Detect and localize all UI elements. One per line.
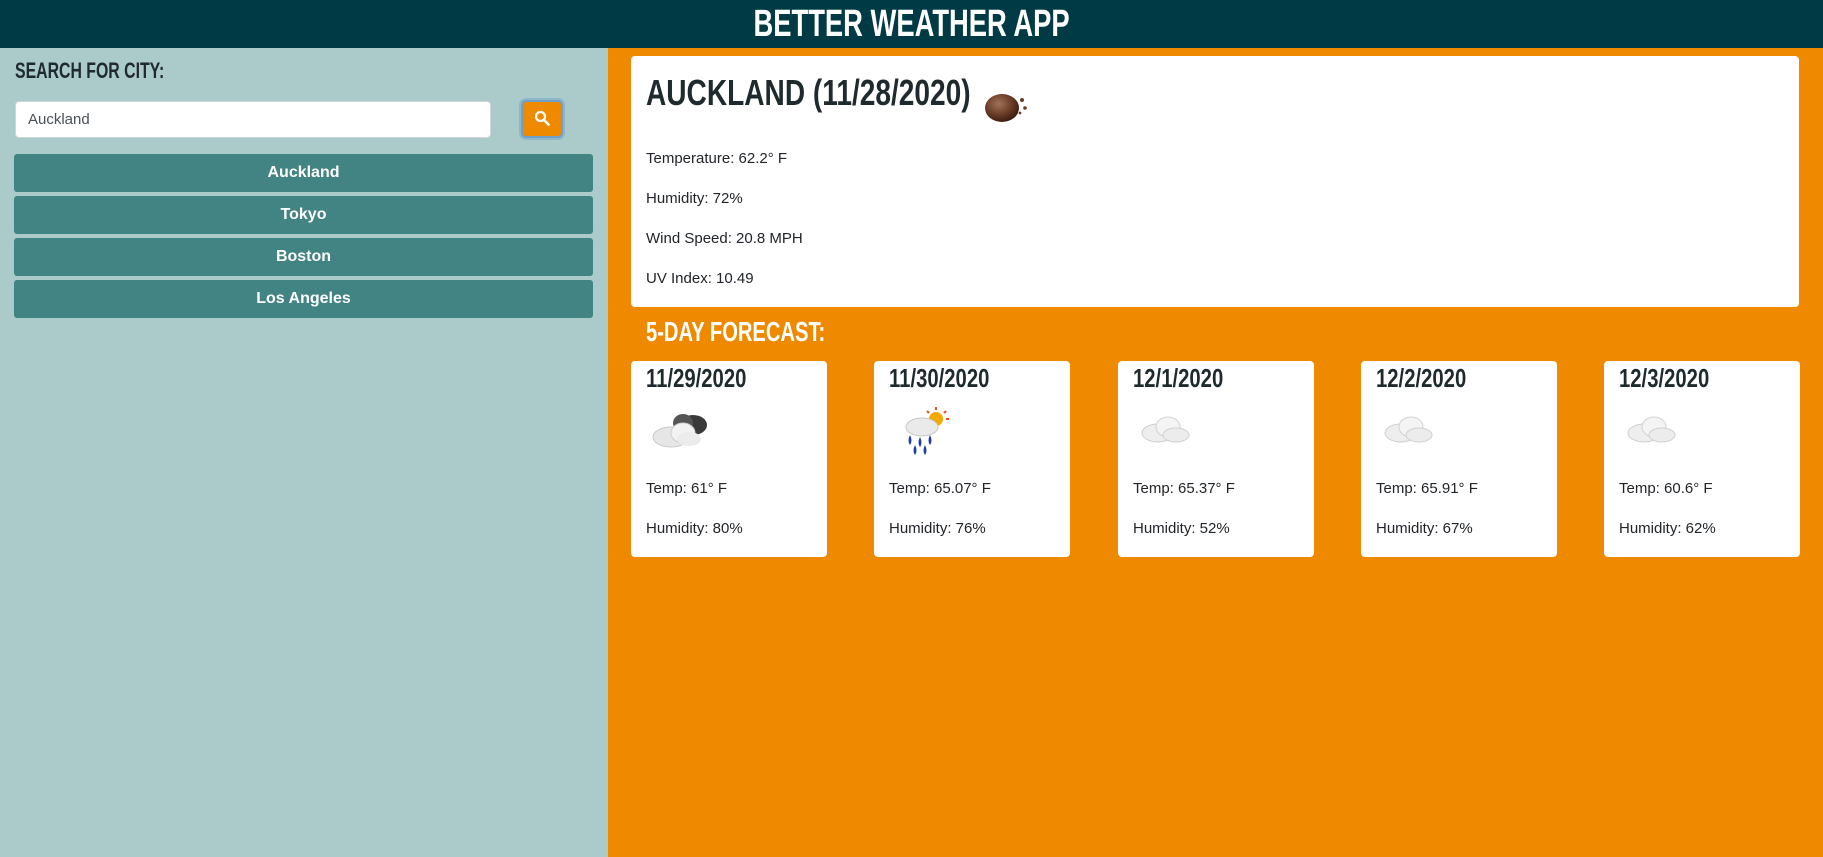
current-temperature: Temperature: 62.2° F bbox=[646, 150, 788, 167]
forecast-card: 12/1/2020 Temp: 65.37° F Humidity: 52% bbox=[1118, 361, 1314, 557]
search-input[interactable] bbox=[15, 101, 491, 138]
forecast-card: 12/3/2020 Temp: 60.6° F Humidity: 62% bbox=[1604, 361, 1800, 557]
current-city-title: Auckland (11/28/2020) bbox=[646, 72, 971, 113]
forecast-date: 12/2/2020 bbox=[1376, 363, 1467, 393]
cloud-icon bbox=[1136, 407, 1196, 452]
search-label: Search for City: bbox=[15, 58, 165, 83]
current-wind-speed: Wind Speed: 20.8 MPH bbox=[646, 230, 803, 247]
forecast-humidity: Humidity: 67% bbox=[1376, 520, 1473, 537]
current-humidity: Humidity: 72% bbox=[646, 190, 743, 207]
forecast-temp: Temp: 65.91° F bbox=[1376, 480, 1478, 497]
forecast-humidity: Humidity: 62% bbox=[1619, 520, 1716, 537]
app-header: Better Weather App bbox=[0, 0, 1823, 48]
search-icon bbox=[534, 110, 550, 129]
forecast-humidity: Humidity: 80% bbox=[646, 520, 743, 537]
forecast-temp: Temp: 65.37° F bbox=[1133, 480, 1235, 497]
history-button-los-angeles[interactable]: Los Angeles bbox=[14, 280, 593, 318]
cloud-icon bbox=[1622, 407, 1682, 452]
sun-rain-icon bbox=[892, 407, 958, 462]
history-button-boston[interactable]: Boston bbox=[14, 238, 593, 276]
forecast-date: 11/29/2020 bbox=[646, 363, 747, 393]
forecast-humidity: Humidity: 76% bbox=[889, 520, 986, 537]
forecast-temp: Temp: 61° F bbox=[646, 480, 728, 497]
forecast-date: 12/1/2020 bbox=[1133, 363, 1224, 393]
history-button-auckland[interactable]: Auckland bbox=[14, 154, 593, 192]
brown-dust-icon bbox=[982, 86, 1032, 131]
sidebar: Search for City: Auckland Tokyo Boston L… bbox=[0, 48, 608, 857]
current-uv-index: UV Index: 10.49 bbox=[646, 270, 754, 287]
forecast-date: 11/30/2020 bbox=[889, 363, 990, 393]
partly-cloudy-dark-icon bbox=[649, 407, 715, 456]
forecast-temp: Temp: 60.6° F bbox=[1619, 480, 1713, 497]
forecast-card: 11/29/2020 Temp: 61° F Humidity: 80% bbox=[631, 361, 827, 557]
current-weather-card: Auckland (11/28/2020) Temperature: 62.2°… bbox=[631, 56, 1799, 307]
app-title: Better Weather App bbox=[753, 3, 1070, 45]
history-button-tokyo[interactable]: Tokyo bbox=[14, 196, 593, 234]
forecast-humidity: Humidity: 52% bbox=[1133, 520, 1230, 537]
forecast-heading: 5-Day Forecast: bbox=[646, 316, 826, 347]
forecast-temp: Temp: 65.07° F bbox=[889, 480, 991, 497]
search-button[interactable] bbox=[521, 100, 563, 138]
forecast-card: 12/2/2020 Temp: 65.91° F Humidity: 67% bbox=[1361, 361, 1557, 557]
forecast-date: 12/3/2020 bbox=[1619, 363, 1710, 393]
cloud-icon bbox=[1379, 407, 1439, 452]
forecast-card: 11/30/2020 Temp: 65.07° F Humidity: 76% bbox=[874, 361, 1070, 557]
